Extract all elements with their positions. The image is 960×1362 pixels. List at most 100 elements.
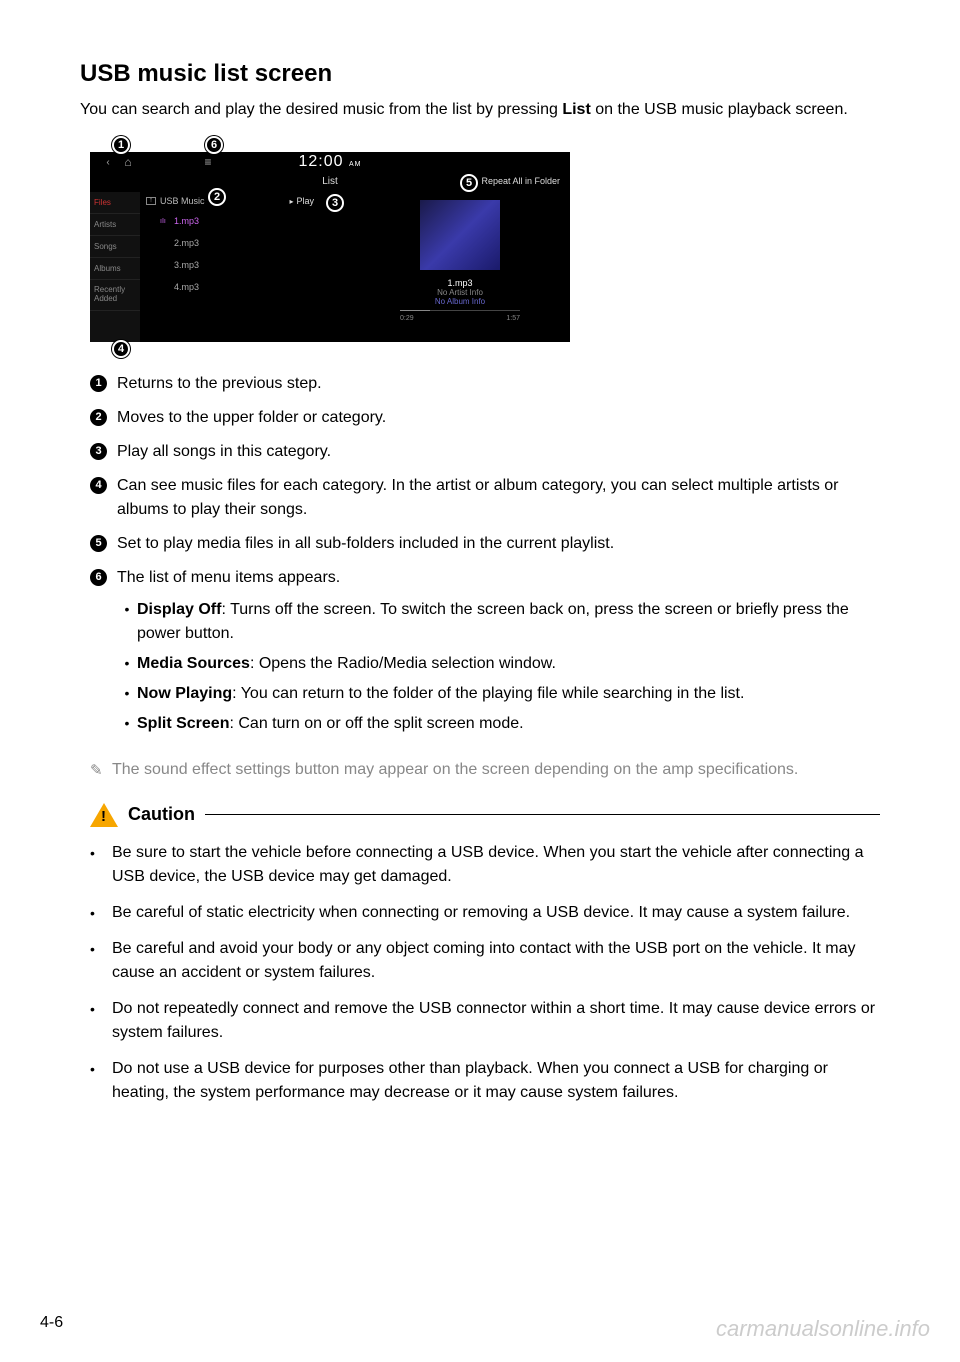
callout-1: 1 xyxy=(112,136,130,154)
time-total: 1:57 xyxy=(506,315,520,322)
repeat-all-button[interactable]: Repeat All in Folder xyxy=(469,176,560,186)
intro-text-1: You can search and play the desired musi… xyxy=(80,101,562,118)
submenu-now-playing: Now Playing: You can return to the folde… xyxy=(137,682,880,706)
submenu-text: : Turns off the screen. To switch the sc… xyxy=(137,601,849,642)
repeat-label: Repeat All in Folder xyxy=(481,176,560,186)
screen-header-title: List xyxy=(322,176,338,187)
submenu-text: : Opens the Radio/Media selection window… xyxy=(250,655,556,672)
caution-divider xyxy=(205,814,880,815)
file-name: 2.mp3 xyxy=(174,238,199,248)
caution-item: Do not use a USB device for purposes oth… xyxy=(112,1057,880,1105)
up-folder-button[interactable]: ↑ USB Music xyxy=(146,196,205,206)
submenu-text: : Can turn on or off the split screen mo… xyxy=(229,715,523,732)
clock-display: 12:00 AM xyxy=(299,153,362,171)
caution-header: Caution xyxy=(90,803,880,827)
bullet-icon: • xyxy=(117,599,137,620)
up-folder-icon: ↑ xyxy=(146,197,156,205)
caution-list: •Be sure to start the vehicle before con… xyxy=(90,841,880,1105)
caution-item: Be sure to start the vehicle before conn… xyxy=(112,841,880,889)
callout-2: 2 xyxy=(208,188,226,206)
list-item[interactable]: 4.mp3 xyxy=(140,276,350,298)
clock-time: 12:00 xyxy=(299,153,344,170)
num-badge-6: 6 xyxy=(90,569,107,586)
caution-item: Do not repeatedly connect and remove the… xyxy=(112,997,880,1045)
album-art xyxy=(420,200,500,270)
now-playing-icon: ıIı xyxy=(160,218,168,225)
screen-topbar: ‹ ⌂ ≡ 12:00 AM xyxy=(90,152,570,172)
note-text: The sound effect settings button may app… xyxy=(112,758,798,782)
desc-3: Play all songs in this category. xyxy=(117,440,880,464)
bullet-icon: • xyxy=(90,903,112,924)
play-icon: ▸ xyxy=(289,197,293,206)
progress-fill xyxy=(400,310,430,311)
list-item[interactable]: 2.mp3 xyxy=(140,232,350,254)
desc-5: Set to play media files in all sub-folde… xyxy=(117,532,880,556)
watermark: carmanualsonline.info xyxy=(716,1316,930,1342)
bullet-icon: • xyxy=(90,999,112,1020)
intro-strong: List xyxy=(562,101,590,118)
bullet-icon: • xyxy=(117,683,137,704)
submenu-split-screen: Split Screen: Can turn on or off the spl… xyxy=(137,712,880,736)
num-badge-1: 1 xyxy=(90,375,107,392)
callout-4: 4 xyxy=(112,340,130,358)
play-all-label: Play xyxy=(296,196,314,206)
list-item[interactable]: 3.mp3 xyxy=(140,254,350,276)
desc-2: Moves to the upper folder or category. xyxy=(117,406,880,430)
sidebar-item-files[interactable]: Files xyxy=(90,192,140,214)
bullet-icon: • xyxy=(117,653,137,674)
desc-6-text: The list of menu items appears. xyxy=(117,569,340,586)
submenu-bold: Display Off xyxy=(137,601,221,618)
np-album: No Album Info xyxy=(350,297,570,306)
back-icon[interactable]: ‹ xyxy=(98,157,118,168)
submenu-display-off: Display Off: Turns off the screen. To sw… xyxy=(137,598,880,646)
num-badge-5: 5 xyxy=(90,535,107,552)
time-elapsed: 0:29 xyxy=(400,315,414,322)
intro-paragraph: You can search and play the desired musi… xyxy=(80,98,880,122)
submenu-bold: Now Playing xyxy=(137,685,232,702)
np-artist: No Artist Info xyxy=(350,288,570,297)
page-title: USB music list screen xyxy=(80,60,880,88)
screenshot-figure: 1 6 2 3 5 4 ‹ ⌂ ≡ 12:00 AM List Repeat A… xyxy=(90,152,570,342)
submenu-text: : You can return to the folder of the pl… xyxy=(232,685,744,702)
sidebar-item-songs[interactable]: Songs xyxy=(90,236,140,258)
callout-descriptions: 1 Returns to the previous step. 2 Moves to… xyxy=(90,372,880,742)
np-track-title: 1.mp3 xyxy=(350,278,570,288)
callout-6: 6 xyxy=(205,136,223,154)
file-name: 4.mp3 xyxy=(174,282,199,292)
progress-bar[interactable] xyxy=(400,310,520,311)
callout-3: 3 xyxy=(326,194,344,212)
category-sidebar: Files Artists Songs Albums Recently Adde… xyxy=(90,192,140,342)
bullet-icon: • xyxy=(90,1059,112,1080)
bullet-icon: • xyxy=(117,713,137,734)
submenu-media-sources: Media Sources: Opens the Radio/Media sel… xyxy=(137,652,880,676)
sidebar-item-albums[interactable]: Albums xyxy=(90,258,140,280)
page-number: 4-6 xyxy=(40,1314,63,1332)
menu-icon[interactable]: ≡ xyxy=(198,155,218,169)
caution-label: Caution xyxy=(128,804,195,825)
bullet-icon: • xyxy=(90,939,112,960)
up-folder-label: USB Music xyxy=(160,196,205,206)
submenu-bold: Split Screen xyxy=(137,715,229,732)
num-badge-4: 4 xyxy=(90,477,107,494)
intro-text-2: on the USB music playback screen. xyxy=(591,101,848,118)
sidebar-item-artists[interactable]: Artists xyxy=(90,214,140,236)
caution-item: Be careful and avoid your body or any ob… xyxy=(112,937,880,985)
desc-1: Returns to the previous step. xyxy=(117,372,880,396)
sidebar-item-recent[interactable]: Recently Added xyxy=(90,280,140,311)
clock-ampm: AM xyxy=(349,161,362,168)
num-badge-3: 3 xyxy=(90,443,107,460)
caution-item: Be careful of static electricity when co… xyxy=(112,901,850,925)
desc-6: The list of menu items appears. •Display… xyxy=(117,566,880,742)
folder-row: ↑ USB Music ▸Play xyxy=(140,190,350,212)
progress-times: 0:29 1:57 xyxy=(400,315,520,322)
note-icon: ✎ xyxy=(90,760,112,783)
home-icon[interactable]: ⌂ xyxy=(118,155,138,169)
caution-icon xyxy=(90,803,118,827)
desc-4: Can see music files for each category. I… xyxy=(117,474,880,522)
submenu-bold: Media Sources xyxy=(137,655,250,672)
screen-header-row: List Repeat All in Folder xyxy=(90,172,570,190)
file-name: 3.mp3 xyxy=(174,260,199,270)
num-badge-2: 2 xyxy=(90,409,107,426)
bullet-icon: • xyxy=(90,843,112,864)
list-item[interactable]: ıIı1.mp3 xyxy=(140,210,350,232)
